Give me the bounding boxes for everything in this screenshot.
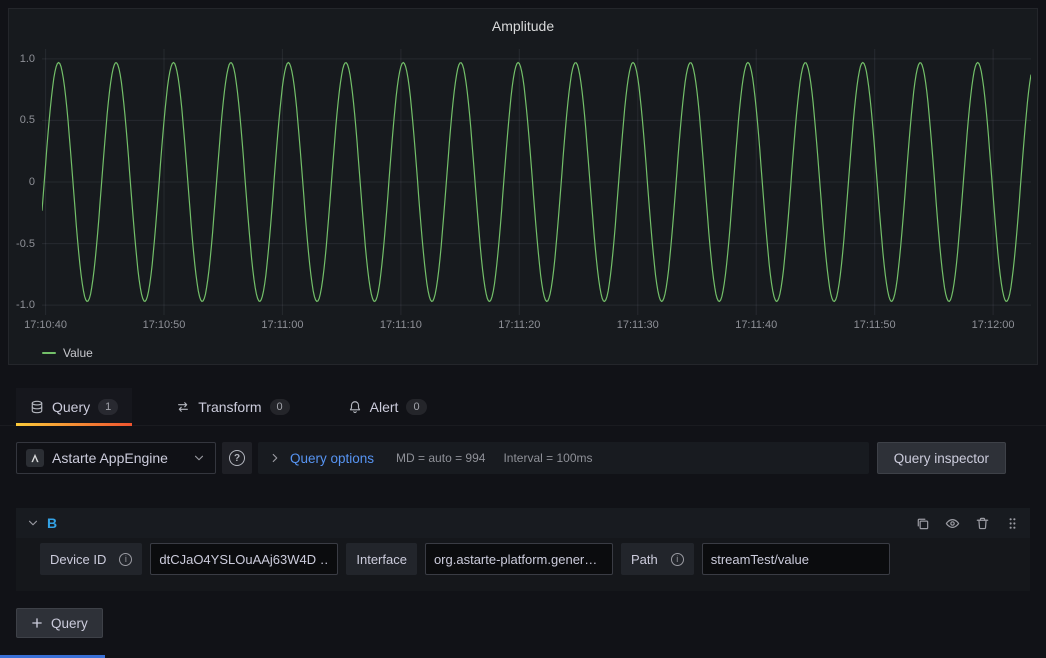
drag-handle-icon[interactable]: [1005, 516, 1020, 531]
chevron-down-icon: [192, 451, 206, 465]
x-tick-label: 17:10:40: [24, 319, 67, 331]
bell-icon: [348, 400, 362, 414]
path-label: Path i: [621, 543, 694, 575]
time-series-plot[interactable]: [42, 49, 1031, 315]
query-inspector-button[interactable]: Query inspector: [877, 442, 1006, 474]
grafana-panel-editor: Amplitude 1.0 0.5 0 -0.5 -1.0 17:10:40 17:10:…: [0, 0, 1046, 658]
y-tick-label: -1.0: [16, 299, 35, 311]
tab-query-label: Query: [52, 399, 90, 415]
y-tick-label: -0.5: [16, 238, 35, 250]
info-icon[interactable]: i: [119, 553, 132, 566]
tab-transform[interactable]: Transform 0: [162, 388, 303, 426]
tab-transform-label: Transform: [198, 399, 261, 415]
tab-alert[interactable]: Alert 0: [334, 388, 441, 426]
max-data-points-summary: MD = auto = 994: [396, 451, 485, 465]
y-tick-label: 0: [29, 176, 35, 188]
editor-tabs-bar: Query 1 Transform 0 Alert 0: [0, 388, 1046, 426]
astarte-logo: [26, 449, 44, 467]
query-editor-fields: Device ID i Interface Path i: [40, 543, 890, 575]
y-tick-label: 0.5: [20, 114, 35, 126]
datasource-name: Astarte AppEngine: [52, 450, 184, 466]
query-options-header[interactable]: Query options MD = auto = 994 Interval =…: [258, 442, 869, 474]
chevron-down-icon: [26, 516, 40, 530]
interface-input[interactable]: [425, 543, 613, 575]
delete-query-trash-icon[interactable]: [975, 516, 990, 531]
y-axis: 1.0 0.5 0 -0.5 -1.0: [9, 49, 38, 315]
query-inspector-label: Query inspector: [894, 451, 989, 466]
duplicate-query-icon[interactable]: [915, 516, 930, 531]
query-ref-id: B: [47, 515, 57, 531]
x-tick-label: 17:11:30: [617, 319, 659, 331]
x-tick-label: 17:11:10: [380, 319, 422, 331]
x-axis: 17:10:4017:10:5017:11:0017:11:1017:11:20…: [42, 319, 1031, 333]
x-tick-label: 17:11:50: [854, 319, 896, 331]
disable-query-eye-icon[interactable]: [945, 516, 960, 531]
device-id-input[interactable]: [150, 543, 338, 575]
chart-panel: Amplitude 1.0 0.5 0 -0.5 -1.0 17:10:40 17:10:…: [8, 8, 1038, 365]
legend-item-value[interactable]: Value: [42, 345, 93, 361]
help-icon: ?: [229, 450, 245, 466]
datasource-help-button[interactable]: ?: [222, 442, 252, 474]
y-tick-label: 1.0: [20, 53, 35, 65]
panel-title: Amplitude: [9, 18, 1037, 34]
tab-query-count: 1: [98, 399, 118, 415]
info-icon[interactable]: i: [671, 553, 684, 566]
database-icon: [30, 400, 44, 414]
legend-series-label: Value: [63, 346, 93, 360]
tab-query[interactable]: Query 1: [16, 388, 132, 426]
device-id-label: Device ID i: [40, 543, 142, 575]
datasource-row: Astarte AppEngine ? Query options MD = a…: [16, 442, 1006, 474]
interval-summary: Interval = 100ms: [503, 451, 592, 465]
x-tick-label: 17:10:50: [143, 319, 186, 331]
query-row-collapse[interactable]: B: [26, 515, 57, 531]
tab-alert-label: Alert: [370, 399, 399, 415]
chevron-right-icon: [268, 451, 282, 465]
datasource-picker[interactable]: Astarte AppEngine: [16, 442, 216, 474]
legend-series-swatch: [42, 352, 56, 354]
plus-icon: [31, 617, 43, 629]
interface-label: Interface: [346, 543, 417, 575]
tab-transform-count: 0: [270, 399, 290, 415]
query-row-header: B: [16, 508, 1030, 538]
transform-icon: [176, 400, 190, 414]
x-tick-label: 17:11:40: [735, 319, 777, 331]
tab-alert-count: 0: [406, 399, 426, 415]
x-tick-label: 17:11:20: [498, 319, 540, 331]
add-query-label: Query: [51, 616, 88, 631]
query-options-label: Query options: [290, 451, 374, 466]
path-input[interactable]: [702, 543, 890, 575]
x-tick-label: 17:11:00: [261, 319, 303, 331]
add-query-button[interactable]: Query: [16, 608, 103, 638]
x-tick-label: 17:12:00: [972, 319, 1015, 331]
